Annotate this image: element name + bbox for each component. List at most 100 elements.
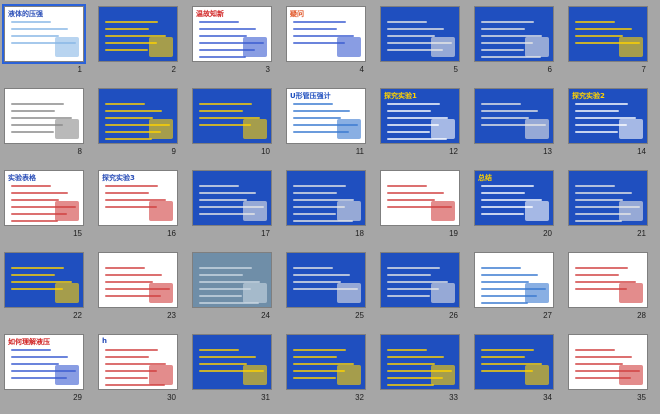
slide-picture [431, 201, 455, 221]
slide-thumbnail[interactable] [568, 334, 648, 390]
slide-number: 3 [265, 65, 270, 74]
slide-text-line [481, 349, 534, 351]
slide-text-line [293, 274, 350, 276]
slide-number: 32 [355, 393, 364, 402]
slide-text-line [199, 110, 243, 112]
slide-text-line [11, 35, 59, 37]
slide-text-line [387, 384, 434, 386]
slide-text-line [199, 363, 247, 365]
slide-thumbnail[interactable]: 总结 [474, 170, 554, 226]
slide-text-line [293, 377, 336, 379]
slide-thumbnail[interactable] [98, 6, 178, 62]
slide-number: 30 [167, 393, 176, 402]
slide-thumbnail[interactable] [380, 334, 460, 390]
slide-picture [525, 283, 549, 303]
slide-text-line [387, 192, 444, 194]
slide-text-line [387, 363, 435, 365]
slide-picture [431, 119, 455, 139]
slide-thumbnail[interactable] [286, 170, 366, 226]
slide-thumbnail[interactable] [380, 252, 460, 308]
slide-text-line [481, 49, 524, 51]
slide-thumbnail[interactable] [98, 252, 178, 308]
slide-thumbnail[interactable] [568, 6, 648, 62]
slide-picture [55, 119, 79, 139]
slide-text-line [199, 21, 239, 23]
slide-text-line [293, 349, 346, 351]
slide-title: 液体的压强 [8, 10, 43, 18]
slide-number: 5 [453, 65, 458, 74]
slide-thumbnail[interactable]: 探究实验3 [98, 170, 178, 226]
slide-thumbnail[interactable]: 疑问 [286, 6, 366, 62]
slide-text-line [199, 267, 252, 269]
slide-thumbnail[interactable] [192, 88, 272, 144]
slide-picture [149, 365, 173, 385]
slide-thumbnail[interactable] [474, 88, 554, 144]
slide-picture [55, 365, 79, 385]
slide-thumbnail[interactable]: 液体的压强 [2, 4, 86, 64]
slide-title: 探究实验2 [572, 92, 605, 100]
slide-picture [337, 37, 361, 57]
slide-thumbnail[interactable]: 温故知新 [192, 6, 272, 62]
slide-thumbnail[interactable]: 实验表格 [4, 170, 84, 226]
slide-title: 总结 [478, 174, 492, 182]
slide-text-line [11, 110, 55, 112]
slide-title: 实验表格 [8, 174, 36, 182]
slide-title: 如何理解液压 [8, 338, 50, 346]
slide-picture [149, 37, 173, 57]
slide-text-line [481, 28, 525, 30]
slide-thumbnail[interactable] [4, 88, 84, 144]
slide-number: 26 [449, 311, 458, 320]
slide-thumbnail[interactable]: h [98, 334, 178, 390]
slide-text-line [481, 356, 525, 358]
slide-thumbnail[interactable] [192, 334, 272, 390]
slide-thumbnail[interactable] [474, 252, 554, 308]
slide-text-line [575, 103, 628, 105]
slide-number: 28 [637, 311, 646, 320]
slide-thumbnail[interactable]: 探究实验2 [568, 88, 648, 144]
slide-number: 16 [167, 229, 176, 238]
slide-text-line [575, 28, 632, 30]
slide-text-line [105, 185, 158, 187]
slide-text-line [11, 363, 59, 365]
slide-thumbnail[interactable] [568, 252, 648, 308]
slide-thumbnail[interactable] [474, 6, 554, 62]
slide-picture [525, 37, 549, 57]
slide-text-line [199, 295, 242, 297]
slide-thumbnail[interactable] [380, 170, 460, 226]
slide-thumbnail[interactable] [380, 6, 460, 62]
slide-number: 10 [261, 147, 270, 156]
slide-thumbnail[interactable]: U形管压强计 [286, 88, 366, 144]
slide-thumbnail[interactable] [98, 88, 178, 144]
slide-text-line [105, 103, 145, 105]
slide-text-line [387, 349, 427, 351]
slide-text-line [11, 28, 68, 30]
slide-thumbnail[interactable] [568, 170, 648, 226]
slide-thumbnail[interactable] [286, 252, 366, 308]
slide-text-line [105, 192, 149, 194]
slide-number: 14 [637, 147, 646, 156]
slide-picture [55, 201, 79, 221]
slide-thumbnail[interactable] [192, 170, 272, 226]
slide-text-line [387, 21, 427, 23]
slide-number: 6 [547, 65, 552, 74]
slide-number: 31 [261, 393, 270, 402]
slide-title: 疑问 [290, 10, 304, 18]
slide-picture [337, 283, 361, 303]
slide-text-line [481, 103, 521, 105]
slide-number: 11 [355, 147, 364, 156]
slide-number: 20 [543, 229, 552, 238]
slide-text-line [105, 49, 148, 51]
slide-thumbnail[interactable] [474, 334, 554, 390]
slide-thumbnail[interactable] [286, 334, 366, 390]
slide-text-line [11, 349, 51, 351]
slide-thumbnail[interactable] [192, 252, 272, 308]
slide-thumbnail[interactable] [4, 252, 84, 308]
slide-picture [337, 365, 361, 385]
slide-picture [431, 365, 455, 385]
slide-title: 温故知新 [196, 10, 224, 18]
slide-thumbnail[interactable]: 如何理解液压 [4, 334, 84, 390]
slide-text-line [387, 295, 430, 297]
slide-thumbnail[interactable]: 探究实验1 [380, 88, 460, 144]
slide-text-line [575, 363, 623, 365]
slide-text-line [11, 199, 59, 201]
